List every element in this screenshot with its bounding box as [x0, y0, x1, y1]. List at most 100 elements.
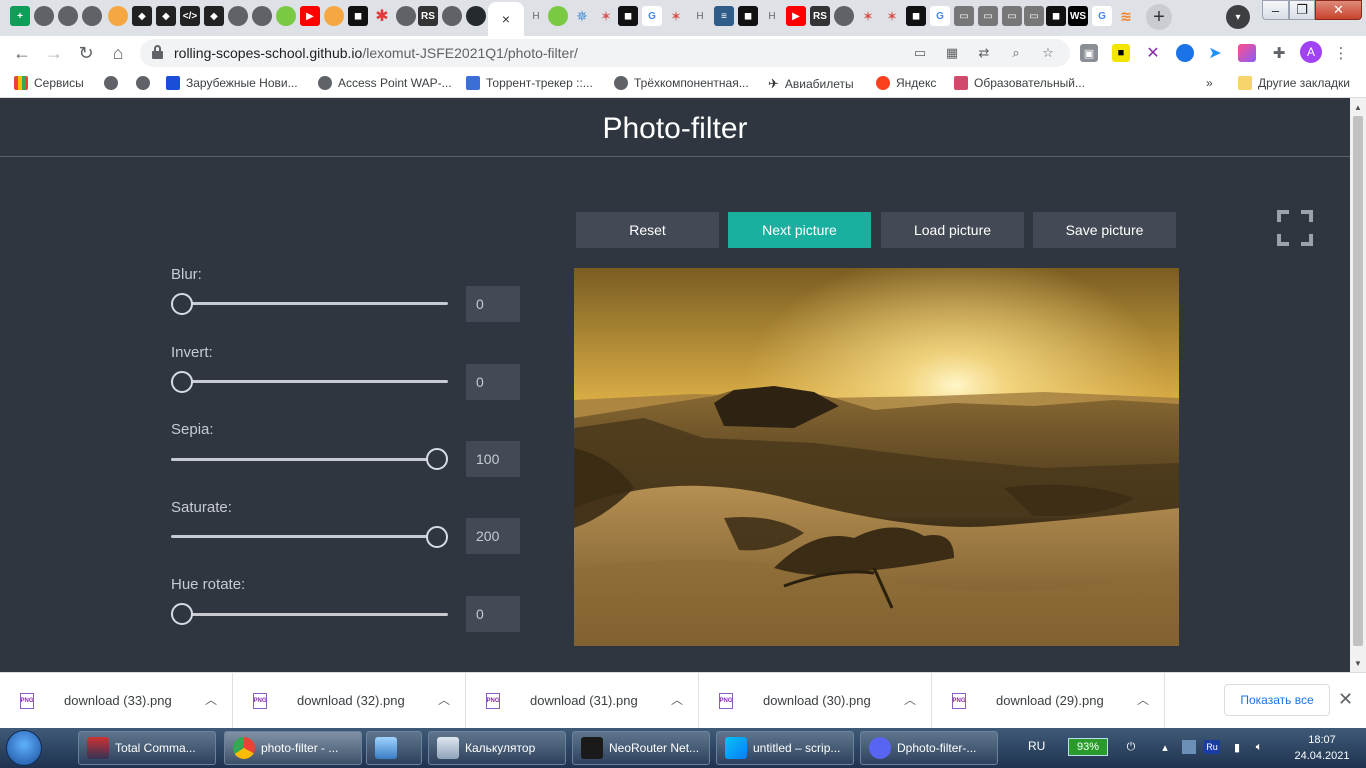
bookmark-news[interactable]: Зарубежные Нови...	[166, 76, 298, 90]
extension-icon[interactable]: ▣	[1080, 44, 1098, 62]
tab-rs-icon[interactable]: RS	[810, 6, 830, 26]
close-icon[interactable]: ×	[502, 11, 510, 27]
tab-google-icon[interactable]: G	[930, 6, 950, 26]
reset-button[interactable]: Reset	[576, 212, 719, 248]
tab-globe-icon[interactable]	[834, 6, 854, 26]
tab-globe-icon[interactable]	[58, 6, 78, 26]
chevron-up-icon[interactable]: ︿	[205, 691, 217, 708]
tab-folder-icon[interactable]: ▭	[978, 6, 998, 26]
tab-globe-icon[interactable]	[442, 6, 462, 26]
fullscreen-icon[interactable]	[1277, 210, 1313, 246]
extension-x-icon[interactable]: ✕	[1144, 44, 1162, 62]
volume-icon[interactable]: 🔈︎	[1252, 740, 1266, 754]
saturate-slider-track[interactable]	[171, 535, 448, 538]
tab-notion-icon[interactable]: ◼	[1046, 6, 1066, 26]
tab-figure-icon[interactable]: ✶	[858, 6, 878, 26]
blur-slider-thumb[interactable]	[171, 293, 193, 315]
keyboard-lang-icon[interactable]: Ru	[1204, 740, 1220, 754]
forward-icon[interactable]: →	[42, 41, 66, 65]
url-text[interactable]: rolling-scopes-school.github.io/lexomut-…	[174, 45, 578, 61]
tab-h-icon[interactable]: H	[526, 6, 546, 26]
lock-icon[interactable]	[152, 45, 163, 59]
chevron-up-icon[interactable]: ︿	[1137, 691, 1149, 708]
tab-google-icon[interactable]: G	[1092, 6, 1112, 26]
scroll-down-icon[interactable]: ▼	[1350, 656, 1366, 670]
download-item[interactable]: PNG download (31).png ︿	[466, 673, 699, 729]
tab-notion-icon[interactable]: ◼	[348, 6, 368, 26]
tab-notion-icon[interactable]: ◼	[618, 6, 638, 26]
translate-icon[interactable]: ⇄	[976, 45, 992, 61]
show-all-downloads-button[interactable]: Показать все	[1224, 684, 1330, 716]
bookmark-educational[interactable]: Образовательный...	[954, 76, 1085, 90]
minimize-button[interactable]: –	[1262, 0, 1289, 20]
reload-icon[interactable]: ↻	[74, 41, 98, 65]
tab-code-icon[interactable]: </>	[180, 6, 200, 26]
tab-green-icon[interactable]	[548, 6, 568, 26]
taskbar-webstorm[interactable]: untitled – scrip...	[716, 731, 854, 765]
tab-figure-icon[interactable]: ✶	[882, 6, 902, 26]
next-picture-button[interactable]: Next picture	[728, 212, 871, 248]
address-bar[interactable]: rolling-scopes-school.github.io/lexomut-…	[140, 39, 1070, 67]
taskbar-notepad[interactable]	[366, 731, 422, 765]
tab-notion-icon[interactable]: ◼	[738, 6, 758, 26]
tab-asterisk-icon[interactable]: ✱	[372, 6, 392, 26]
tab-notion-icon[interactable]: ◼	[906, 6, 926, 26]
tab-globe-icon[interactable]	[252, 6, 272, 26]
tab-search-icon[interactable]: ▾	[1226, 5, 1250, 29]
system-clock[interactable]: 18:07 24.04.2021	[1282, 732, 1362, 764]
invert-slider-track[interactable]	[171, 380, 448, 383]
hue-rotate-slider-track[interactable]	[171, 613, 448, 616]
tab-green-icon[interactable]	[276, 6, 296, 26]
bookmark-torrent[interactable]: Торрент-трекер ::...	[466, 76, 593, 90]
tab-orange-icon[interactable]	[324, 6, 344, 26]
tab-h-icon[interactable]: H	[762, 6, 782, 26]
tab-folder-icon[interactable]: ▭	[954, 6, 974, 26]
saturate-slider-thumb[interactable]	[426, 526, 448, 548]
scrollbar-thumb[interactable]	[1353, 116, 1363, 646]
tab-figure-icon[interactable]: ✶	[596, 6, 616, 26]
signal-bars-icon[interactable]: ▮	[1230, 740, 1244, 754]
bookmarks-more[interactable]: »	[1206, 76, 1213, 90]
chevron-up-icon[interactable]: ︿	[904, 691, 916, 708]
tab-globe-icon[interactable]	[396, 6, 416, 26]
tab-google-icon[interactable]: G	[642, 6, 662, 26]
extension-gradient-icon[interactable]	[1238, 44, 1256, 62]
tab-codepen-icon[interactable]: ◆	[132, 6, 152, 26]
tab-stack-icon[interactable]: ≡	[714, 6, 734, 26]
blur-slider-track[interactable]	[171, 302, 448, 305]
qr-code-icon[interactable]: ▦	[944, 45, 960, 61]
taskbar-neorouter[interactable]: NeoRouter Net...	[572, 731, 710, 765]
bookmark-access-point[interactable]: Access Point WAP-...	[318, 76, 452, 90]
profile-avatar[interactable]: A	[1300, 41, 1322, 63]
cast-icon[interactable]: ▭	[912, 45, 928, 61]
extension-send-icon[interactable]: ➤	[1206, 44, 1224, 62]
language-indicator[interactable]: RU	[1028, 739, 1045, 753]
chevron-up-icon[interactable]: ︿	[671, 691, 683, 708]
hue-rotate-slider-thumb[interactable]	[171, 603, 193, 625]
new-tab-button[interactable]: +	[1146, 4, 1172, 30]
tab-globe-icon[interactable]	[228, 6, 248, 26]
bookmark-apps[interactable]: Сервисы	[14, 76, 84, 90]
extension-globe-icon[interactable]	[1176, 44, 1194, 62]
tab-sheets-icon[interactable]: +	[10, 6, 30, 26]
monitor-icon[interactable]	[1182, 740, 1196, 754]
load-picture-button[interactable]: Load picture	[881, 212, 1024, 248]
tab-orange-icon[interactable]	[108, 6, 128, 26]
zoom-icon[interactable]: ⌕	[1008, 45, 1024, 61]
battery-indicator[interactable]: 93%	[1068, 738, 1108, 756]
active-tab[interactable]: ×	[488, 2, 524, 36]
tab-webstorm-icon[interactable]: WS	[1068, 6, 1088, 26]
window-close-button[interactable]: ✕	[1315, 0, 1362, 20]
start-button[interactable]	[6, 730, 42, 766]
maximize-button[interactable]: ❐	[1289, 0, 1315, 20]
download-item[interactable]: PNG download (32).png ︿	[233, 673, 466, 729]
save-picture-button[interactable]: Save picture	[1033, 212, 1176, 248]
tab-stackoverflow-icon[interactable]: ≋	[1116, 6, 1136, 26]
taskbar-total-commander[interactable]: Total Comma...	[78, 731, 216, 765]
extension-color-icon[interactable]: ■	[1112, 44, 1130, 62]
sepia-slider-thumb[interactable]	[426, 448, 448, 470]
bookmark-globe[interactable]	[104, 76, 118, 90]
scroll-up-icon[interactable]: ▲	[1350, 100, 1366, 114]
home-icon[interactable]: ⌂	[106, 41, 130, 65]
bookmark-star-icon[interactable]: ☆	[1040, 45, 1056, 61]
